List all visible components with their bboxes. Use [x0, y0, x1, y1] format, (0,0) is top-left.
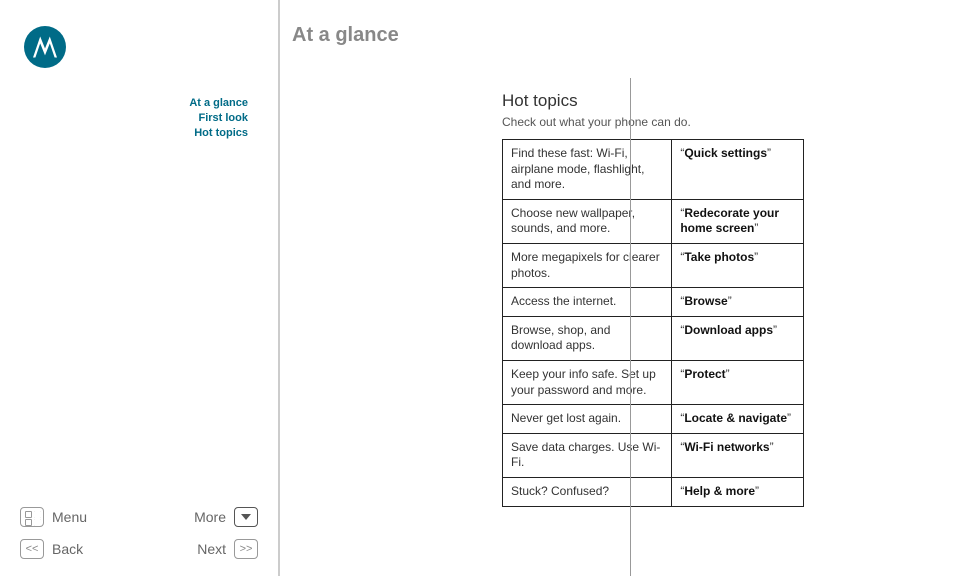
topic-link-cell[interactable]: “Browse” — [672, 288, 804, 317]
brand-logo-icon — [24, 26, 66, 68]
back-icon: << — [20, 539, 44, 559]
table-row: Stuck? Confused?“Help & more” — [503, 477, 804, 506]
nav-footer: Menu More << Back Next >> — [20, 498, 258, 562]
menu-grid-icon — [20, 507, 44, 527]
topic-desc: Browse, shop, and download apps. — [503, 316, 672, 360]
next-button[interactable]: Next >> — [197, 539, 258, 559]
topic-link-cell[interactable]: “Quick settings” — [672, 140, 804, 200]
menu-button[interactable]: Menu — [20, 507, 87, 527]
topics-table: Find these fast: Wi-Fi, airplane mode, f… — [502, 139, 804, 507]
crumb-level-2-first-look[interactable]: First look — [0, 111, 248, 126]
crumb-level-1[interactable]: At a glance — [0, 96, 248, 111]
topic-desc: More megapixels for clearer photos. — [503, 243, 672, 287]
topic-link[interactable]: Help & more — [684, 484, 755, 498]
section-subtitle: Check out what your phone can do. — [502, 115, 832, 129]
crumb-level-2-hot-topics[interactable]: Hot topics — [0, 126, 248, 141]
vertical-divider — [630, 78, 631, 576]
topic-desc: Access the internet. — [503, 288, 672, 317]
topic-link[interactable]: Protect — [684, 367, 725, 381]
table-row: Save data charges. Use Wi-Fi.“Wi-Fi netw… — [503, 433, 804, 477]
more-dropdown-icon — [234, 507, 258, 527]
topic-link-cell[interactable]: “Redecorate your home screen” — [672, 199, 804, 243]
main-content: At a glance Hot topics Check out what yo… — [280, 0, 954, 576]
back-label: Back — [52, 541, 83, 557]
table-row: Access the internet.“Browse” — [503, 288, 804, 317]
topic-link[interactable]: Download apps — [684, 323, 773, 337]
topic-link-cell[interactable]: “Protect” — [672, 360, 804, 404]
motorola-icon — [30, 32, 60, 62]
menu-label: Menu — [52, 509, 87, 525]
table-row: Find these fast: Wi-Fi, airplane mode, f… — [503, 140, 804, 200]
topic-link[interactable]: Redecorate your home screen — [680, 206, 779, 236]
topic-link-cell[interactable]: “Wi-Fi networks” — [672, 433, 804, 477]
breadcrumb: At a glance First look Hot topics — [0, 96, 278, 141]
table-row: Keep your info safe. Set up your passwor… — [503, 360, 804, 404]
table-row: Choose new wallpaper, sounds, and more.“… — [503, 199, 804, 243]
topic-link[interactable]: Wi-Fi networks — [684, 440, 769, 454]
topic-desc: Choose new wallpaper, sounds, and more. — [503, 199, 672, 243]
topic-link[interactable]: Quick settings — [684, 146, 767, 160]
next-label: Next — [197, 541, 226, 557]
next-icon: >> — [234, 539, 258, 559]
page-title: At a glance — [292, 24, 918, 47]
table-row: Never get lost again.“Locate & navigate” — [503, 405, 804, 434]
table-row: Browse, shop, and download apps.“Downloa… — [503, 316, 804, 360]
topic-link-cell[interactable]: “Help & more” — [672, 477, 804, 506]
topic-desc: Save data charges. Use Wi-Fi. — [503, 433, 672, 477]
topic-link-cell[interactable]: “Download apps” — [672, 316, 804, 360]
topic-link-cell[interactable]: “Locate & navigate” — [672, 405, 804, 434]
topic-link[interactable]: Browse — [684, 294, 727, 308]
topic-desc: Stuck? Confused? — [503, 477, 672, 506]
topic-link[interactable]: Take photos — [684, 250, 754, 264]
topic-link-cell[interactable]: “Take photos” — [672, 243, 804, 287]
more-label: More — [194, 509, 226, 525]
back-button[interactable]: << Back — [20, 539, 83, 559]
topic-desc: Find these fast: Wi-Fi, airplane mode, f… — [503, 140, 672, 200]
section-title: Hot topics — [502, 91, 832, 111]
more-button[interactable]: More — [194, 507, 258, 527]
table-row: More megapixels for clearer photos.“Take… — [503, 243, 804, 287]
topic-link[interactable]: Locate & navigate — [684, 411, 787, 425]
topic-desc: Never get lost again. — [503, 405, 672, 434]
sidebar: At a glance First look Hot topics Menu M… — [0, 0, 280, 576]
topic-desc: Keep your info safe. Set up your passwor… — [503, 360, 672, 404]
